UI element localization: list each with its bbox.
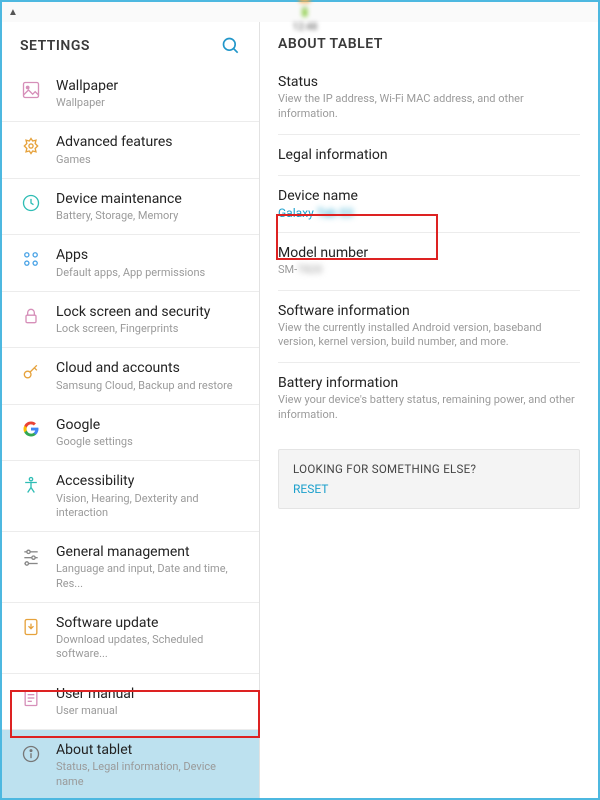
- sidebar-item-label: Wallpaper: [56, 77, 118, 95]
- detail-item-legal[interactable]: Legal information: [278, 135, 580, 176]
- sidebar-item-sub: Vision, Hearing, Dexterity and interacti…: [56, 492, 245, 521]
- key-icon: [20, 361, 42, 383]
- sidebar-title: SETTINGS: [20, 38, 90, 54]
- sidebar-item-accessibility[interactable]: Accessibility Vision, Hearing, Dexterity…: [2, 461, 259, 532]
- settings-sidebar: SETTINGS Wallpaper Wallpaper: [2, 22, 260, 798]
- model-number-value: SM-T820: [278, 263, 580, 278]
- sidebar-item-label: Device maintenance: [56, 190, 182, 208]
- sidebar-item-label: Cloud and accounts: [56, 359, 233, 377]
- sidebar-item-sub: Status, Legal information, Device name: [56, 760, 245, 789]
- detail-item-label: Software information: [278, 303, 580, 319]
- detail-item-sub: View the currently installed Android ver…: [278, 321, 580, 351]
- looking-title: LOOKING FOR SOMETHING ELSE?: [293, 462, 565, 476]
- sliders-icon: [20, 545, 42, 567]
- detail-item-label: Battery information: [278, 375, 580, 391]
- sidebar-item-apps[interactable]: Apps Default apps, App permissions: [2, 235, 259, 291]
- manual-icon: [20, 687, 42, 709]
- sidebar-item-label: User manual: [56, 685, 134, 703]
- sidebar-item-lock-screen-security[interactable]: Lock screen and security Lock screen, Fi…: [2, 292, 259, 348]
- sidebar-item-label: Advanced features: [56, 133, 172, 151]
- status-bar: ▲ 📶🔋12:48: [2, 2, 598, 22]
- detail-item-label: Model number: [278, 245, 580, 261]
- sidebar-item-sub: User manual: [56, 704, 134, 718]
- sidebar-item-general-management[interactable]: General management Language and input, D…: [2, 532, 259, 603]
- settings-list: Wallpaper Wallpaper Advanced features Ga…: [2, 66, 259, 798]
- sidebar-item-sub: Download updates, Scheduled software...: [56, 633, 245, 662]
- wallpaper-icon: [20, 79, 42, 101]
- sidebar-item-about-tablet[interactable]: About tablet Status, Legal information, …: [2, 730, 259, 798]
- google-icon: [20, 418, 42, 440]
- sidebar-item-label: Apps: [56, 246, 205, 264]
- detail-panel: ABOUT TABLET Status View the IP address,…: [260, 22, 598, 798]
- detail-item-label: Device name: [278, 188, 580, 204]
- sidebar-item-device-maintenance[interactable]: Device maintenance Battery, Storage, Mem…: [2, 179, 259, 235]
- sidebar-item-sub: Default apps, App permissions: [56, 266, 205, 280]
- detail-item-software-info[interactable]: Software information View the currently …: [278, 291, 580, 364]
- sidebar-item-label: About tablet: [56, 741, 245, 759]
- reset-link[interactable]: RESET: [293, 482, 565, 496]
- detail-item-model-number[interactable]: Model number SM-T820: [278, 233, 580, 291]
- notification-icon: ▲: [8, 7, 18, 18]
- sidebar-item-sub: Google settings: [56, 435, 133, 449]
- sidebar-item-label: Lock screen and security: [56, 303, 210, 321]
- detail-item-status[interactable]: Status View the IP address, Wi-Fi MAC ad…: [278, 62, 580, 135]
- sidebar-item-advanced-features[interactable]: Advanced features Games: [2, 122, 259, 178]
- looking-box: LOOKING FOR SOMETHING ELSE? RESET: [278, 449, 580, 509]
- detail-item-label: Legal information: [278, 147, 580, 163]
- sidebar-item-sub: Games: [56, 153, 172, 167]
- sidebar-item-google[interactable]: Google Google settings: [2, 405, 259, 461]
- sidebar-item-label: General management: [56, 543, 245, 561]
- sidebar-item-user-manual[interactable]: User manual User manual: [2, 674, 259, 730]
- sidebar-item-sub: Wallpaper: [56, 96, 118, 110]
- lock-icon: [20, 305, 42, 327]
- sidebar-item-sub: Samsung Cloud, Backup and restore: [56, 379, 233, 393]
- accessibility-icon: [20, 474, 42, 496]
- update-icon: [20, 616, 42, 638]
- search-icon[interactable]: [221, 36, 241, 56]
- apps-icon: [20, 248, 42, 270]
- detail-item-sub: View the IP address, Wi-Fi MAC address, …: [278, 92, 580, 122]
- detail-item-device-name[interactable]: Device name Galaxy Tab S3: [278, 176, 580, 233]
- device-name-value: Galaxy Tab S3: [278, 206, 580, 220]
- sidebar-item-sub: Language and input, Date and time, Res..…: [56, 562, 245, 591]
- detail-item-sub: View your device's battery status, remai…: [278, 393, 580, 423]
- detail-item-battery-info[interactable]: Battery information View your device's b…: [278, 363, 580, 435]
- detail-item-label: Status: [278, 74, 580, 90]
- sidebar-item-sub: Lock screen, Fingerprints: [56, 322, 210, 336]
- sidebar-item-wallpaper[interactable]: Wallpaper Wallpaper: [2, 66, 259, 122]
- status-right: 📶🔋12:48: [18, 0, 592, 33]
- sidebar-item-cloud-accounts[interactable]: Cloud and accounts Samsung Cloud, Backup…: [2, 348, 259, 404]
- advanced-features-icon: [20, 135, 42, 157]
- sidebar-item-label: Software update: [56, 614, 245, 632]
- info-icon: [20, 743, 42, 765]
- device-maintenance-icon: [20, 192, 42, 214]
- sidebar-item-label: Google: [56, 416, 133, 434]
- sidebar-item-sub: Battery, Storage, Memory: [56, 209, 182, 223]
- sidebar-item-software-update[interactable]: Software update Download updates, Schedu…: [2, 603, 259, 674]
- sidebar-item-label: Accessibility: [56, 472, 245, 490]
